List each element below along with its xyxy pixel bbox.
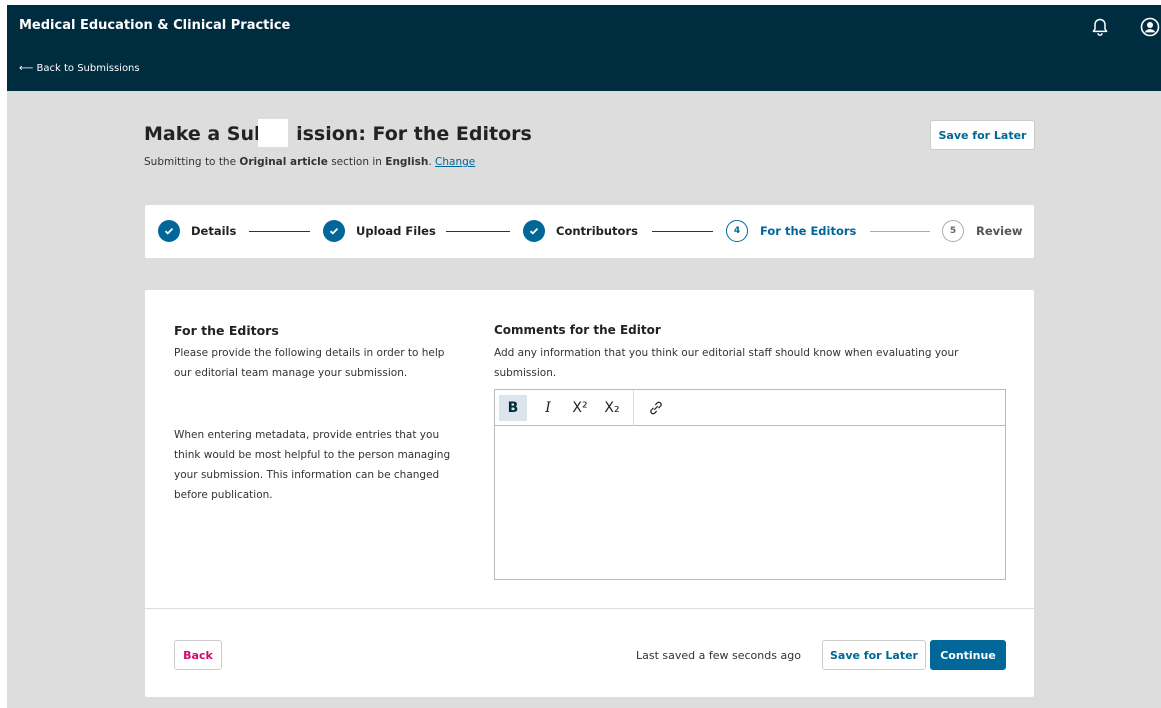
back-to-submissions-link[interactable]: ⟵ Back to Submissions	[19, 63, 140, 74]
save-for-later-button-bottom[interactable]: Save for Later	[822, 640, 926, 670]
step-contributors-label[interactable]: Contributors	[556, 224, 638, 238]
step-review-number: 5	[942, 220, 964, 242]
section-description: Please provide the following details in …	[174, 347, 445, 379]
comments-label: Comments for the Editor	[494, 323, 661, 337]
redaction-box	[258, 119, 288, 147]
section-description-metadata: When entering metadata, provide entries …	[174, 429, 451, 501]
step-upload-files-label[interactable]: Upload Files	[356, 224, 436, 238]
superscript-button[interactable]: X²	[566, 395, 594, 421]
submission-subtitle: Submitting to the Original article secti…	[144, 156, 475, 168]
comments-editor[interactable]: B I X² X₂	[494, 389, 1006, 580]
page-title: Make a Sub ission: For the Editors	[144, 123, 532, 145]
toolbar-divider	[633, 390, 634, 426]
subtitle-prefix: Submitting to the	[144, 156, 240, 168]
top-header: Medical Education & Clinical Practice ⟵ …	[7, 5, 1161, 91]
step-for-the-editors-label[interactable]: For the Editors	[760, 224, 856, 238]
back-button[interactable]: Back	[174, 640, 222, 670]
for-the-editors-card: For the Editors Please provide the follo…	[144, 289, 1035, 698]
bell-icon[interactable]	[1090, 17, 1110, 37]
bold-button[interactable]: B	[499, 395, 527, 421]
check-icon	[329, 227, 339, 235]
step-connector	[446, 231, 510, 232]
subtitle-section: Original article	[239, 156, 328, 168]
step-contributors-check-icon[interactable]	[523, 220, 545, 242]
subtitle-mid: section in	[327, 156, 386, 168]
subtitle-language: English	[385, 156, 429, 168]
section-title: For the Editors	[174, 323, 279, 338]
comments-textarea[interactable]	[495, 427, 1005, 579]
journal-title[interactable]: Medical Education & Clinical Practice	[19, 18, 290, 33]
step-connector	[870, 231, 930, 232]
step-connector	[652, 231, 713, 232]
change-link[interactable]: Change	[435, 156, 475, 168]
user-icon[interactable]	[1140, 17, 1160, 37]
app-frame: Medical Education & Clinical Practice ⟵ …	[7, 5, 1161, 708]
continue-button[interactable]: Continue	[930, 640, 1006, 670]
link-glyph	[650, 401, 662, 415]
step-details-label[interactable]: Details	[191, 224, 236, 238]
check-icon	[529, 227, 539, 235]
footer-divider	[145, 608, 1034, 609]
editor-toolbar: B I X² X₂	[495, 390, 1005, 426]
check-icon	[164, 227, 174, 235]
subscript-button[interactable]: X₂	[598, 395, 626, 421]
italic-button[interactable]: I	[534, 395, 562, 421]
submission-steps: Details Upload Files Contributors 4 For …	[144, 204, 1035, 259]
step-details-check-icon[interactable]	[158, 220, 180, 242]
link-icon[interactable]	[642, 395, 670, 421]
step-review-label: Review	[976, 224, 1023, 238]
last-saved-status: Last saved a few seconds ago	[636, 649, 801, 662]
step-connector	[249, 231, 310, 232]
save-for-later-button-top[interactable]: Save for Later	[930, 120, 1035, 150]
comments-description: Add any information that you think our e…	[494, 347, 959, 379]
step-upload-files-check-icon[interactable]	[323, 220, 345, 242]
step-for-the-editors-number[interactable]: 4	[726, 220, 748, 242]
